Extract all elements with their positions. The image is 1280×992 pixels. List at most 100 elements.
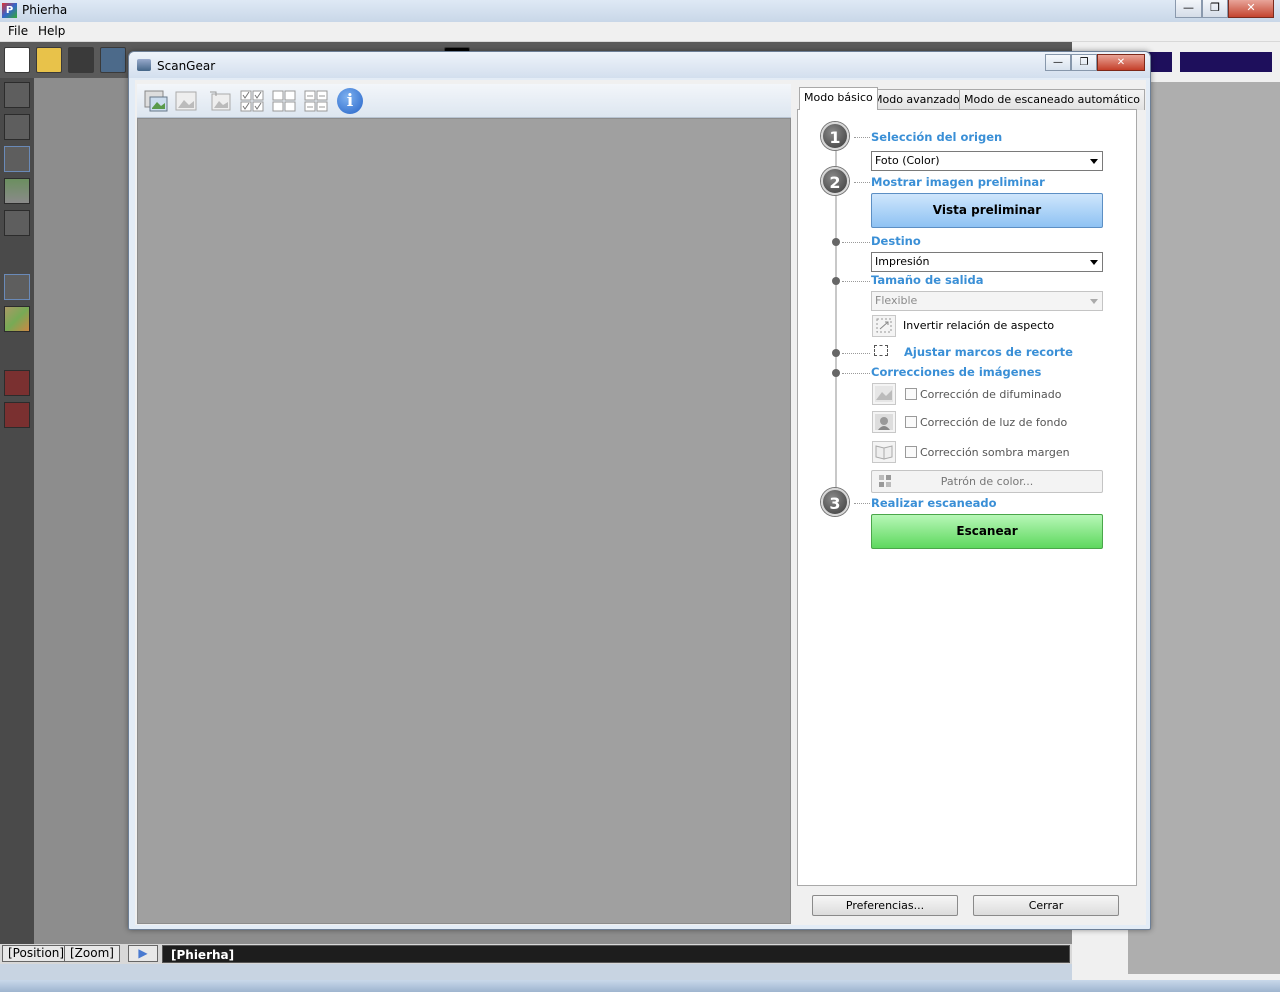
tab-basic-mode[interactable]: Modo básico (799, 87, 878, 110)
menu-bar: File Help (0, 22, 1280, 42)
close-button[interactable]: Cerrar (973, 895, 1119, 916)
dialog-titlebar: ScanGear — ❐ ✕ (129, 52, 1150, 78)
new-file-icon[interactable] (4, 47, 30, 73)
open-folder-icon[interactable] (36, 47, 62, 73)
position-indicator[interactable]: [Position] (2, 945, 71, 962)
color-pattern-label: Patrón de color... (940, 475, 1034, 488)
rectangle-tool-icon[interactable] (4, 146, 30, 172)
corrections-dot (832, 369, 840, 377)
tab-advanced-mode[interactable]: Modo avanzado (868, 89, 965, 110)
app-title: Phierha (22, 3, 68, 17)
deselect-frames-icon[interactable] (271, 88, 297, 114)
basic-mode-panel: 1 Selección del origen Foto (Color) 2 Mo… (797, 109, 1137, 886)
menu-help[interactable]: Help (38, 24, 65, 38)
crop-frame-dashline (842, 353, 870, 354)
crop-frame-icon[interactable] (874, 345, 888, 356)
chevron-down-icon (1090, 260, 1098, 265)
app-logo-icon: P (2, 3, 17, 18)
preview-button[interactable]: Vista preliminar (871, 193, 1103, 228)
blur-correction-checkbox[interactable] (905, 388, 917, 400)
destination-dot (832, 238, 840, 246)
destination-dashline (842, 242, 870, 243)
chevron-down-icon (1090, 299, 1098, 304)
color-pattern-button[interactable]: Patrón de color... (871, 470, 1103, 493)
step-3-dashline (854, 503, 870, 504)
backlight-correction-icon (872, 411, 896, 433)
gradient-tool-icon[interactable] (4, 178, 30, 204)
step-3-badge: 3 (821, 488, 849, 516)
gutter-shadow-icon (872, 441, 896, 463)
left-tool-palette (0, 78, 34, 944)
dialog-close-button[interactable]: ✕ (1097, 54, 1145, 71)
status-bar: [Position] [Zoom] ▶ [Phierha] (0, 944, 1072, 964)
step-2-badge: 2 (821, 167, 849, 195)
source-select-value: Foto (Color) (875, 154, 940, 167)
output-size-title: Tamaño de salida (871, 273, 984, 287)
perform-scan-title: Realizar escaneado (871, 496, 997, 510)
save-icon[interactable] (100, 47, 126, 73)
app-close-button[interactable]: ✕ (1228, 0, 1274, 18)
preview-area[interactable] (137, 118, 791, 924)
step-1-dashline (854, 137, 870, 138)
texture-tool-icon[interactable] (4, 306, 30, 332)
status-title: [Phierha] (162, 945, 1070, 963)
rotate-image-icon[interactable] (207, 88, 233, 114)
app-titlebar: P Phierha — ❐ ✕ (0, 0, 1280, 22)
corrections-dashline (842, 373, 870, 374)
output-size-dot (832, 277, 840, 285)
app-maximize-button[interactable]: ❐ (1202, 0, 1228, 18)
step-2-dashline (854, 182, 870, 183)
output-size-select-value: Flexible (875, 294, 918, 307)
info-icon[interactable]: i (337, 88, 363, 114)
destination-title: Destino (871, 234, 921, 248)
preview-section-title: Mostrar imagen preliminar (871, 175, 1045, 189)
destination-select-value: Impresión (875, 255, 930, 268)
taskbar (0, 980, 1280, 992)
pen-tool-icon[interactable] (4, 82, 30, 108)
play-icon[interactable]: ▶ (128, 945, 158, 962)
aspect-ratio-icon[interactable] (872, 315, 896, 337)
backlight-correction-label: Corrección de luz de fondo (920, 416, 1068, 429)
clear-selection-icon[interactable] (4, 274, 30, 300)
thumbnail-view-icon[interactable] (303, 88, 329, 114)
app-minimize-button[interactable]: — (1175, 0, 1202, 18)
chevron-down-icon (1090, 159, 1098, 164)
dialog-title: ScanGear (157, 59, 216, 73)
color-bar (1180, 52, 1272, 72)
camera-icon[interactable] (68, 47, 94, 73)
source-select[interactable]: Foto (Color) (871, 151, 1103, 171)
stamp-tool-icon[interactable] (4, 370, 30, 396)
gutter-shadow-label: Corrección sombra margen (920, 446, 1070, 459)
stamp-tool-2-icon[interactable] (4, 402, 30, 428)
output-size-select[interactable]: Flexible (871, 291, 1103, 311)
adjust-crop-frames-title[interactable]: Ajustar marcos de recorte (904, 345, 1073, 359)
backlight-correction-checkbox[interactable] (905, 416, 917, 428)
destination-select[interactable]: Impresión (871, 252, 1103, 272)
crop-frame-dot (832, 349, 840, 357)
zoom-indicator[interactable]: [Zoom] (64, 945, 120, 962)
frame-tool-icon[interactable] (4, 210, 30, 236)
invert-aspect-label: Invertir relación de aspecto (903, 319, 1055, 332)
image-corrections-title: Correcciones de imágenes (871, 365, 1042, 379)
scanner-icon (137, 59, 151, 71)
gutter-shadow-checkbox[interactable] (905, 446, 917, 458)
step-1-badge: 1 (821, 122, 849, 150)
source-selection-title: Selección del origen (871, 130, 1003, 144)
preview-toolbar: i (137, 84, 791, 118)
dialog-minimize-button[interactable]: — (1045, 54, 1071, 71)
menu-file[interactable]: File (8, 24, 28, 38)
output-size-dashline (842, 281, 870, 282)
scangear-dialog: ScanGear — ❐ ✕ i Modo básico Modo avanza… (128, 51, 1151, 930)
preferences-button[interactable]: Preferencias... (812, 895, 958, 916)
select-all-frames-icon[interactable] (239, 88, 265, 114)
blur-correction-icon (872, 383, 896, 405)
dialog-body: i Modo básico Modo avanzado Modo de esca… (135, 80, 1146, 925)
blur-correction-label: Corrección de difuminado (920, 388, 1062, 401)
scan-preview-icon[interactable] (143, 88, 169, 114)
tab-auto-scan-mode[interactable]: Modo de escaneado automático (959, 89, 1146, 110)
image-icon[interactable] (173, 88, 199, 114)
brush-tool-icon[interactable] (4, 114, 30, 140)
scan-button[interactable]: Escanear (871, 514, 1103, 549)
dialog-maximize-button[interactable]: ❐ (1071, 54, 1097, 71)
color-pattern-icon (878, 474, 892, 488)
